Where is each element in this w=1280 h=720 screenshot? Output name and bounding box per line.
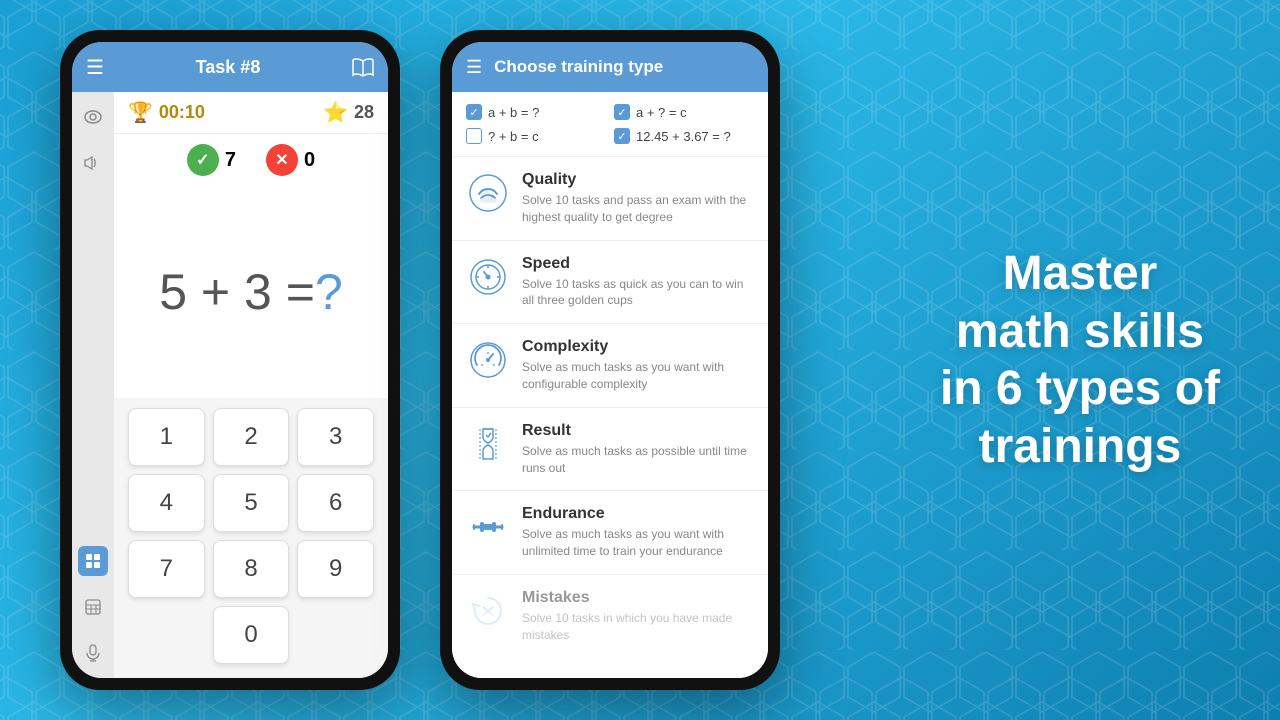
complexity-text: Complexity Solve as much tasks as you wa…: [522, 338, 754, 393]
speed-desc: Solve 10 tasks as quick as you can to wi…: [522, 276, 754, 310]
training-item-speed[interactable]: Speed Solve 10 tasks as quick as you can…: [452, 241, 768, 325]
training-item-endurance[interactable]: Endurance Solve as much tasks as you wan…: [452, 491, 768, 575]
num-btn-7[interactable]: 7: [128, 540, 205, 598]
phone1: ☰ Task #8: [60, 30, 400, 690]
math-problem: 5 + 3 = ?: [114, 186, 388, 398]
timer-value: 00:10: [159, 102, 205, 123]
training-list: Quality Solve 10 tasks and pass an exam …: [452, 157, 768, 678]
phone2-title: Choose training type: [494, 57, 663, 77]
mistakes-name: Mistakes: [522, 589, 754, 607]
endurance-name: Endurance: [522, 505, 754, 523]
grid-icon-btn[interactable]: [78, 546, 108, 576]
training-item-complexity[interactable]: Complexity Solve as much tasks as you wa…: [452, 324, 768, 408]
cb-bc-icon: [466, 128, 482, 144]
cb-decimal-label: 12.45 + 3.67 = ?: [636, 129, 731, 144]
mistakes-desc: Solve 10 tasks in which you have made mi…: [522, 610, 754, 644]
check-icon: ✓: [187, 144, 219, 176]
cross-icon: ✕: [266, 144, 298, 176]
correct-value: 7: [225, 149, 236, 172]
training-item-result[interactable]: Result Solve as much tasks as possible u…: [452, 408, 768, 492]
endurance-desc: Solve as much tasks as you want with unl…: [522, 526, 754, 560]
mistakes-icon: [466, 589, 510, 633]
incorrect-value: 0: [304, 149, 315, 172]
checkboxes-section: ✓ a + b = ? ✓ a + ? = c ? + b = c ✓ 12.4…: [452, 92, 768, 157]
speed-name: Speed: [522, 255, 754, 273]
checkbox-ab[interactable]: ✓ a + b = ?: [466, 104, 606, 120]
result-desc: Solve as much tasks as possible until ti…: [522, 443, 754, 477]
num-btn-9[interactable]: 9: [297, 540, 374, 598]
phone1-title: Task #8: [196, 57, 261, 78]
quality-name: Quality: [522, 171, 754, 189]
star-icon: ⭐: [323, 100, 348, 125]
num-btn-6[interactable]: 6: [297, 474, 374, 532]
checkbox-bc[interactable]: ? + b = c: [466, 128, 606, 144]
table-icon-btn[interactable]: [78, 592, 108, 622]
score-value: 28: [354, 102, 374, 123]
mistakes-text: Mistakes Solve 10 tasks in which you hav…: [522, 589, 754, 644]
complexity-name: Complexity: [522, 338, 754, 356]
num-btn-8[interactable]: 8: [213, 540, 290, 598]
cb-ab-icon: ✓: [466, 104, 482, 120]
phone1-content: 🏆 00:10 ⭐ 28 ✓ 7: [114, 92, 388, 678]
phones-area: ☰ Task #8: [60, 30, 780, 690]
menu-icon-phone1[interactable]: ☰: [86, 55, 104, 80]
quality-text: Quality Solve 10 tasks and pass an exam …: [522, 171, 754, 226]
quality-icon: [466, 171, 510, 215]
complexity-desc: Solve as much tasks as you want with con…: [522, 359, 754, 393]
result-name: Result: [522, 422, 754, 440]
incorrect-count: ✕ 0: [266, 144, 315, 176]
eye-icon-btn[interactable]: [78, 102, 108, 132]
quality-desc: Solve 10 tasks and pass an exam with the…: [522, 192, 754, 226]
correct-count: ✓ 7: [187, 144, 236, 176]
stats-bar: 🏆 00:10 ⭐ 28: [114, 92, 388, 134]
numpad: 1 2 3 4 5 6 7 8 9 0: [114, 398, 388, 678]
endurance-text: Endurance Solve as much tasks as you wan…: [522, 505, 754, 560]
num-btn-0[interactable]: 0: [213, 606, 290, 664]
results-bar: ✓ 7 ✕ 0: [114, 134, 388, 186]
phone2-inner: ☰ Choose training type ✓ a + b = ? ✓ a +…: [452, 42, 768, 678]
trophy-icon: 🏆: [128, 100, 153, 125]
cb-decimal-icon: ✓: [614, 128, 630, 144]
result-text: Result Solve as much tasks as possible u…: [522, 422, 754, 477]
training-item-quality[interactable]: Quality Solve 10 tasks and pass an exam …: [452, 157, 768, 241]
speed-text: Speed Solve 10 tasks as quick as you can…: [522, 255, 754, 310]
checkbox-decimal[interactable]: ✓ 12.45 + 3.67 = ?: [614, 128, 754, 144]
score-display: ⭐ 28: [323, 100, 374, 125]
speed-icon: [466, 255, 510, 299]
timer-display: 🏆 00:10: [128, 100, 205, 125]
book-icon[interactable]: [352, 56, 374, 79]
endurance-icon: [466, 505, 510, 549]
cb-ac-label: a + ? = c: [636, 105, 687, 120]
promo-text: Master math skills in 6 types of trainin…: [940, 245, 1220, 475]
complexity-icon: [466, 338, 510, 382]
side-panel: [72, 92, 114, 678]
training-item-mistakes[interactable]: Mistakes Solve 10 tasks in which you hav…: [452, 575, 768, 658]
menu-icon-phone2[interactable]: ☰: [466, 57, 482, 78]
phone1-sidebar: 🏆 00:10 ⭐ 28 ✓ 7: [72, 92, 388, 678]
result-icon: [466, 422, 510, 466]
phone2-header: ☰ Choose training type: [452, 42, 768, 92]
num-btn-4[interactable]: 4: [128, 474, 205, 532]
num-btn-3[interactable]: 3: [297, 408, 374, 466]
mic-icon-btn[interactable]: [78, 638, 108, 668]
num-btn-2[interactable]: 2: [213, 408, 290, 466]
cb-bc-label: ? + b = c: [488, 129, 539, 144]
cb-ac-icon: ✓: [614, 104, 630, 120]
checkbox-ac[interactable]: ✓ a + ? = c: [614, 104, 754, 120]
volume-icon-btn[interactable]: [78, 148, 108, 178]
num-btn-1[interactable]: 1: [128, 408, 205, 466]
phone1-header: ☰ Task #8: [72, 42, 388, 92]
num-btn-5[interactable]: 5: [213, 474, 290, 532]
phone2: ☰ Choose training type ✓ a + b = ? ✓ a +…: [440, 30, 780, 690]
phone1-inner: ☰ Task #8: [72, 42, 388, 678]
cb-ab-label: a + b = ?: [488, 105, 539, 120]
